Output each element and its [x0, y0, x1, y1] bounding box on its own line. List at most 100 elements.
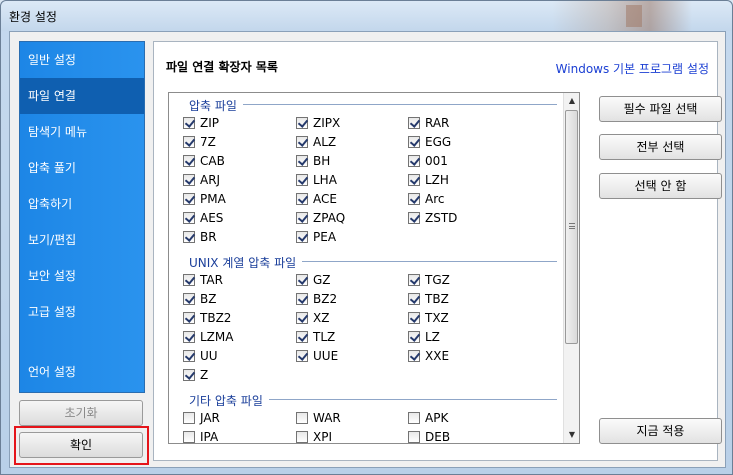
sidebar-item[interactable]: 고급 설정 [20, 294, 144, 330]
checkbox-checked-icon[interactable] [408, 274, 420, 286]
scrollbar-thumb[interactable] [565, 110, 578, 344]
extension-checkbox-item[interactable]: ZIP [183, 115, 219, 131]
extension-checkbox-item[interactable]: DEB [408, 429, 450, 443]
extension-checkbox-item[interactable]: ZSTD [408, 210, 457, 226]
select-none-button[interactable]: 선택 안 함 [599, 173, 722, 199]
checkbox-checked-icon[interactable] [408, 312, 420, 324]
extension-checkbox-item[interactable]: Z [183, 367, 208, 383]
select-all-button[interactable]: 전부 선택 [599, 134, 722, 160]
extension-checkbox-item[interactable]: TXZ [408, 310, 449, 326]
extension-checkbox-item[interactable]: LZ [408, 329, 440, 345]
extension-checkbox-item[interactable]: EGG [408, 134, 451, 150]
checkbox-checked-icon[interactable] [296, 350, 308, 362]
checkbox-checked-icon[interactable] [183, 155, 195, 167]
extension-checkbox-item[interactable]: LHA [296, 172, 337, 188]
extension-checkbox-item[interactable]: BZ2 [296, 291, 337, 307]
extension-checkbox-item[interactable]: LZMA [183, 329, 233, 345]
extension-checkbox-item[interactable]: AES [183, 210, 223, 226]
extension-checkbox-item[interactable]: LZH [408, 172, 449, 188]
extension-checkbox-item[interactable]: TLZ [296, 329, 335, 345]
sidebar-item[interactable]: 파일 연결 [20, 78, 144, 114]
checkbox-checked-icon[interactable] [183, 231, 195, 243]
checkbox-checked-icon[interactable] [296, 274, 308, 286]
sidebar-item[interactable]: 일반 설정 [20, 42, 144, 78]
checkbox-checked-icon[interactable] [408, 155, 420, 167]
checkbox-checked-icon[interactable] [296, 174, 308, 186]
checkbox-checked-icon[interactable] [296, 155, 308, 167]
checkbox-checked-icon[interactable] [408, 136, 420, 148]
extension-list[interactable]: 압축 파일 ZIP ZIPX RAR 7Z ALZ EGG CAB BH 001 ARJ LHA LZH… [168, 92, 580, 444]
list-scrollbar[interactable]: ▲ ▼ [563, 93, 579, 443]
apply-now-button[interactable]: 지금 적용 [599, 418, 722, 444]
checkbox-checked-icon[interactable] [183, 174, 195, 186]
extension-checkbox-item[interactable]: CAB [183, 153, 225, 169]
checkbox-unchecked-icon[interactable] [296, 431, 308, 443]
extension-checkbox-item[interactable]: UU [183, 348, 218, 364]
scroll-down-arrow-icon[interactable]: ▼ [564, 427, 579, 443]
ok-button[interactable]: 확인 [19, 432, 143, 458]
checkbox-unchecked-icon[interactable] [408, 412, 420, 424]
extension-checkbox-item[interactable]: APK [408, 410, 448, 426]
checkbox-unchecked-icon[interactable] [183, 431, 195, 443]
extension-checkbox-item[interactable]: BR [183, 229, 217, 245]
checkbox-checked-icon[interactable] [296, 117, 308, 129]
checkbox-unchecked-icon[interactable] [408, 431, 420, 443]
checkbox-checked-icon[interactable] [296, 212, 308, 224]
checkbox-unchecked-icon[interactable] [296, 412, 308, 424]
extension-checkbox-item[interactable]: UUE [296, 348, 338, 364]
extension-checkbox-item[interactable]: XXE [408, 348, 449, 364]
checkbox-checked-icon[interactable] [183, 293, 195, 305]
title-bar[interactable]: 환경 설정 [1, 1, 732, 31]
extension-checkbox-item[interactable]: TGZ [408, 272, 450, 288]
checkbox-checked-icon[interactable] [296, 312, 308, 324]
sidebar-item[interactable]: 압축 풀기 [20, 150, 144, 186]
extension-checkbox-item[interactable]: TBZ [408, 291, 449, 307]
checkbox-checked-icon[interactable] [183, 350, 195, 362]
checkbox-checked-icon[interactable] [408, 174, 420, 186]
extension-checkbox-item[interactable]: ALZ [296, 134, 336, 150]
checkbox-checked-icon[interactable] [183, 312, 195, 324]
checkbox-checked-icon[interactable] [183, 369, 195, 381]
checkbox-checked-icon[interactable] [296, 193, 308, 205]
extension-checkbox-item[interactable]: ARJ [183, 172, 220, 188]
extension-checkbox-item[interactable]: PEA [296, 229, 336, 245]
checkbox-checked-icon[interactable] [183, 193, 195, 205]
checkbox-checked-icon[interactable] [408, 350, 420, 362]
extension-checkbox-item[interactable]: BH [296, 153, 330, 169]
checkbox-checked-icon[interactable] [183, 136, 195, 148]
extension-checkbox-item[interactable]: PMA [183, 191, 226, 207]
checkbox-checked-icon[interactable] [408, 331, 420, 343]
sidebar-item[interactable]: 압축하기 [20, 186, 144, 222]
extension-checkbox-item[interactable]: ZIPX [296, 115, 340, 131]
checkbox-checked-icon[interactable] [296, 136, 308, 148]
extension-checkbox-item[interactable]: ZPAQ [296, 210, 345, 226]
checkbox-checked-icon[interactable] [183, 212, 195, 224]
extension-checkbox-item[interactable]: XZ [296, 310, 329, 326]
extension-checkbox-item[interactable]: TAR [183, 272, 223, 288]
checkbox-checked-icon[interactable] [183, 274, 195, 286]
select-required-button[interactable]: 필수 파일 선택 [599, 96, 722, 122]
checkbox-checked-icon[interactable] [408, 293, 420, 305]
sidebar-item[interactable]: 보기/편집 [20, 222, 144, 258]
extension-checkbox-item[interactable]: Arc [408, 191, 444, 207]
checkbox-checked-icon[interactable] [408, 193, 420, 205]
extension-checkbox-item[interactable]: IPA [183, 429, 218, 443]
extension-checkbox-item[interactable]: XPI [296, 429, 332, 443]
extension-checkbox-item[interactable]: 7Z [183, 134, 216, 150]
extension-checkbox-item[interactable]: TBZ2 [183, 310, 231, 326]
checkbox-checked-icon[interactable] [408, 212, 420, 224]
extension-checkbox-item[interactable]: ACE [296, 191, 337, 207]
extension-checkbox-item[interactable]: 001 [408, 153, 448, 169]
sidebar-item[interactable]: 탐색기 메뉴 [20, 114, 144, 150]
checkbox-checked-icon[interactable] [296, 293, 308, 305]
checkbox-unchecked-icon[interactable] [183, 412, 195, 424]
windows-default-programs-link[interactable]: Windows 기본 프로그램 설정 [556, 60, 709, 77]
sidebar-item[interactable]: 언어 설정 [20, 354, 144, 390]
extension-checkbox-item[interactable]: RAR [408, 115, 449, 131]
scroll-up-arrow-icon[interactable]: ▲ [564, 93, 579, 109]
extension-checkbox-item[interactable]: GZ [296, 272, 331, 288]
checkbox-checked-icon[interactable] [296, 231, 308, 243]
extension-checkbox-item[interactable]: BZ [183, 291, 216, 307]
reset-button[interactable]: 초기화 [19, 400, 143, 426]
extension-checkbox-item[interactable]: JAR [183, 410, 220, 426]
